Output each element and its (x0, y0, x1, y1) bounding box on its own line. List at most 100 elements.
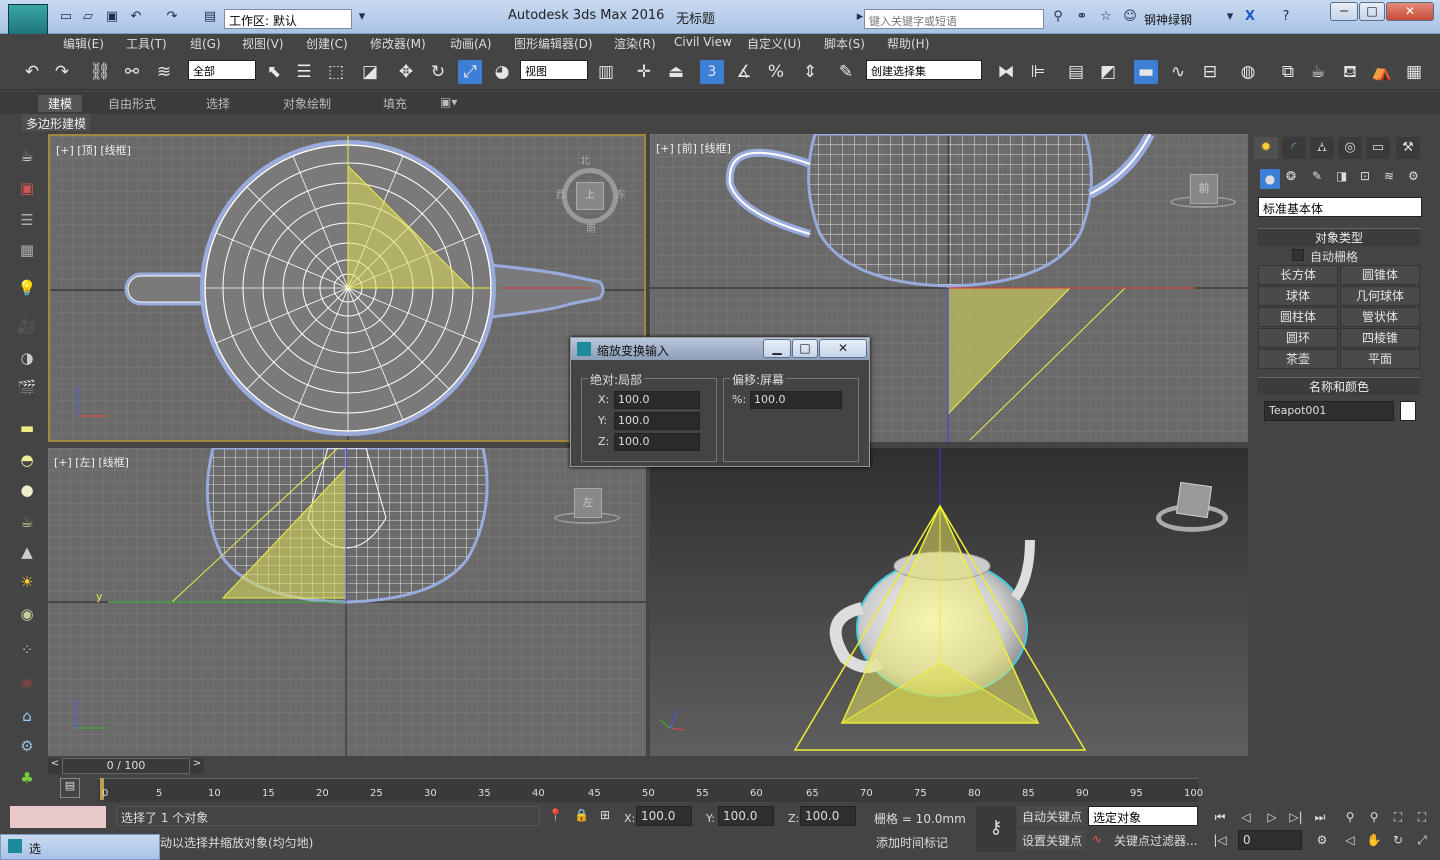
menu-modifiers[interactable]: 修改器(M) (370, 35, 426, 52)
abs-z-spinner[interactable]: 100.0 (614, 433, 700, 451)
object-color-swatch[interactable] (1400, 401, 1416, 421)
sphere-button[interactable]: 球体 (1258, 286, 1338, 306)
project-folder-icon[interactable]: ▤ (202, 9, 218, 25)
disc-icon[interactable]: ◉ (16, 603, 38, 625)
shapes-icon[interactable]: ❂ (1286, 169, 1296, 183)
menu-create[interactable]: 创建(C) (306, 35, 348, 52)
taskbar-item[interactable]: 选 (0, 834, 160, 860)
lights-icon[interactable]: ✎ (1312, 169, 1322, 183)
zoom-extents-all-icon[interactable]: ⛶ (1412, 807, 1432, 827)
molecule-icon[interactable]: ⚛ (16, 673, 38, 695)
spacewarps-icon[interactable]: ≋ (1384, 169, 1394, 183)
menu-scripting[interactable]: 脚本(S) (824, 35, 865, 52)
utilities-tab-icon[interactable]: ⚒ (1396, 137, 1420, 159)
time-slider-next[interactable]: > (190, 758, 204, 774)
render-iterative-icon[interactable]: ⛺ (1370, 60, 1394, 84)
coord-z-field[interactable]: 100.0 (800, 806, 856, 826)
viewcube-perspective[interactable] (1156, 481, 1228, 540)
cone-icon[interactable]: ▲ (16, 541, 38, 563)
autodesk-x-icon[interactable]: X (1242, 9, 1258, 25)
scene-explorer-icon[interactable]: ◩ (1096, 60, 1120, 84)
time-slider-prev[interactable]: < (48, 758, 62, 774)
ribbon-options-icon[interactable]: ▣▾ (440, 95, 457, 109)
align-icon[interactable]: ⊫ (1026, 60, 1050, 84)
exchange-icon[interactable]: ⚭ (1074, 9, 1090, 25)
render-production-icon[interactable]: ⛾ (1338, 60, 1362, 84)
maximize-viewport-icon[interactable]: ⤢ (1412, 830, 1432, 850)
maxscript-listener[interactable] (10, 806, 106, 828)
select-by-name-icon[interactable]: ☰ (292, 60, 316, 84)
camera-icon[interactable]: 🎥 (16, 315, 38, 337)
goto-start-icon[interactable]: ⏮ (1210, 807, 1230, 827)
ref-coord-select[interactable]: 视图 (520, 60, 588, 80)
helper-icon[interactable]: ◑ (16, 347, 38, 369)
menu-group[interactable]: 组(G) (190, 35, 221, 52)
film-icon[interactable]: 🎬 (16, 377, 38, 399)
pivot-center-icon[interactable]: ▥ (594, 60, 618, 84)
plane-icon[interactable]: ▣ (16, 177, 38, 199)
viewcube-west[interactable]: 西 (556, 186, 566, 201)
rotate-icon[interactable]: ↻ (426, 60, 450, 84)
coord-y-field[interactable]: 100.0 (718, 806, 774, 826)
grass-icon[interactable]: ♣ (16, 767, 38, 789)
zoom-extents-icon[interactable]: ⛶ (1388, 807, 1408, 827)
workspace-select[interactable]: 工作区: 默认 (224, 9, 352, 29)
spinner-snap-icon[interactable]: ⇕ (798, 60, 822, 84)
viewcube-face-top[interactable]: 上 (576, 182, 604, 210)
pan-icon[interactable]: ✋ (1364, 830, 1384, 850)
undo-icon[interactable]: ↶ (20, 60, 44, 84)
menu-civil-view[interactable]: Civil View (674, 35, 732, 49)
key-filters-icon[interactable]: ∿ (1092, 832, 1102, 846)
menu-customize[interactable]: 自定义(U) (747, 35, 801, 52)
schematic-view-icon[interactable]: ⊟ (1198, 60, 1222, 84)
auto-key-button[interactable]: 自动关键点 (1018, 806, 1087, 826)
menu-edit[interactable]: 编辑(E) (63, 35, 104, 52)
coord-x-field[interactable]: 100.0 (636, 806, 692, 826)
viewport-left[interactable]: y [+] [左] [线框] 左 (48, 448, 646, 756)
box-button[interactable]: 长方体 (1258, 265, 1338, 285)
mirror-icon[interactable]: ⧓ (994, 60, 1018, 84)
teapot-small-icon[interactable]: ☕ (16, 511, 38, 533)
viewcube-face-front[interactable]: 前 (1190, 174, 1218, 204)
window-crossing-icon[interactable]: ◪ (358, 60, 382, 84)
undo-icon[interactable]: ↶ (128, 9, 144, 25)
star-icon[interactable]: ☆ (1098, 9, 1114, 25)
select-manipulate-icon[interactable]: ✛ (632, 60, 656, 84)
teapot-icon[interactable]: ☕ (16, 145, 38, 167)
tab-object-paint[interactable]: 对象绘制 (283, 95, 331, 112)
cone-button[interactable]: 圆锥体 (1340, 265, 1420, 285)
modify-tab-icon[interactable]: ◜ (1282, 137, 1306, 159)
redo-icon[interactable]: ↷ (164, 9, 180, 25)
torus-button[interactable]: 圆环 (1258, 328, 1338, 348)
minimize-button[interactable]: ─ (1330, 2, 1358, 21)
layer-explorer-icon[interactable]: ▤ (1064, 60, 1088, 84)
sun-icon[interactable]: ☀ (16, 571, 38, 593)
teapot-button[interactable]: 茶壶 (1258, 349, 1338, 369)
prev-frame-icon[interactable]: ◁ (1236, 807, 1256, 827)
curve-editor-icon[interactable]: ∿ (1166, 60, 1190, 84)
time-slider[interactable]: 0 / 100 (62, 758, 190, 774)
viewcube-east[interactable]: 东 (616, 186, 626, 201)
box-icon[interactable]: ▬ (16, 417, 38, 439)
abs-x-spinner[interactable]: 100.0 (614, 391, 700, 409)
helpers-icon[interactable]: ⊡ (1360, 169, 1370, 183)
ribbon-toggle-icon[interactable]: ▬ (1134, 60, 1158, 84)
key-mode-select[interactable]: 选定对象 (1088, 806, 1198, 826)
edit-named-sel-icon[interactable]: ✎ (834, 60, 858, 84)
percent-snap-icon[interactable]: % (764, 60, 788, 84)
display-tab-icon[interactable]: ▭ (1366, 137, 1390, 159)
placement-icon[interactable]: ◕ (490, 60, 514, 84)
viewport-perspective[interactable] (650, 448, 1248, 756)
search-input[interactable]: 键入关键字或短语 (864, 9, 1044, 29)
key-filters-button[interactable]: 关键点过滤器... (1110, 830, 1202, 850)
create-tab-icon[interactable]: ✹ (1254, 137, 1278, 159)
viewcube-south[interactable]: 南 (586, 220, 596, 235)
light-icon[interactable]: 💡 (16, 277, 38, 299)
rendered-frame-icon[interactable]: ☕ (1306, 60, 1330, 84)
viewcube-left[interactable]: 左 (554, 484, 620, 534)
menu-views[interactable]: 视图(V) (242, 35, 284, 52)
key-mode-toggle-icon[interactable]: |◁ (1210, 830, 1230, 850)
tab-freeform[interactable]: 自由形式 (108, 95, 156, 112)
new-file-icon[interactable]: ▭ (58, 9, 74, 25)
menu-help[interactable]: 帮助(H) (887, 35, 929, 52)
